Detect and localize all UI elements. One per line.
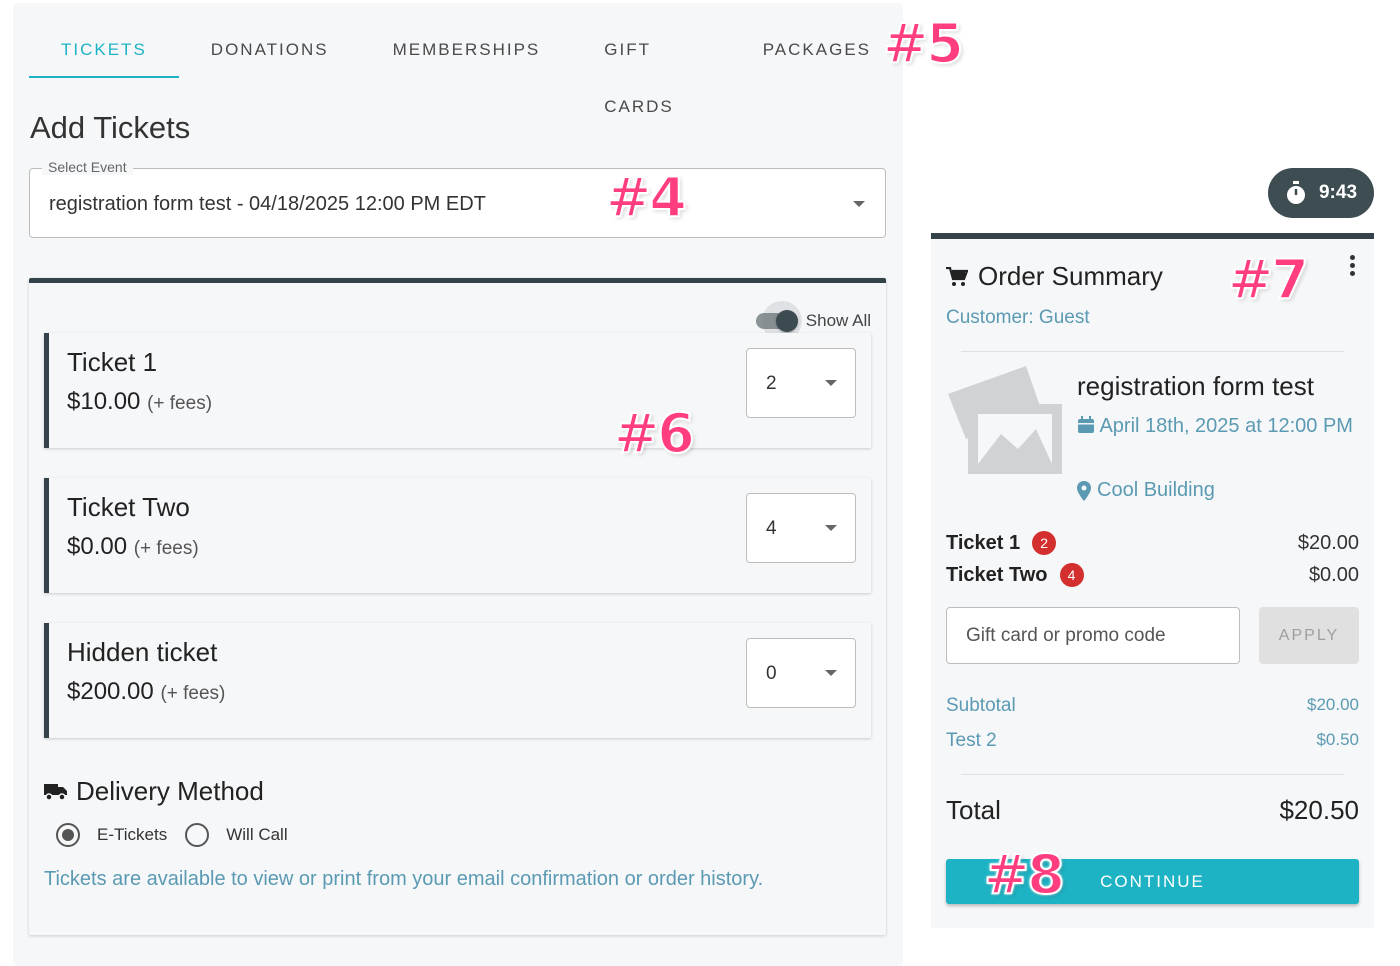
annotation-marker: #8 [983, 842, 1066, 907]
quantity-select[interactable]: 4 [746, 493, 856, 563]
total-amount: $20.50 [1279, 795, 1359, 825]
quantity-value: 2 [766, 373, 777, 394]
quantity-badge: 4 [1059, 563, 1084, 587]
quantity-value: 4 [766, 518, 777, 539]
chevron-down-icon [825, 670, 837, 676]
fee-label: Test 2 [946, 730, 997, 751]
map-pin-icon [1077, 480, 1091, 501]
line-item-amount: $0.00 [1308, 563, 1359, 586]
ticket-name: Ticket 1 [67, 347, 158, 377]
promo-code-field[interactable] [946, 607, 1240, 664]
chevron-down-icon [825, 525, 837, 531]
toggle-knob [775, 310, 798, 332]
add-tickets-panel: TICKETS DONATIONS MEMBERSHIPS GIFT CARDS… [13, 3, 903, 966]
countdown-timer: 9:43 [1268, 168, 1374, 218]
cart-icon [946, 266, 968, 286]
delivery-note: Tickets are available to view or print f… [44, 868, 764, 890]
stopwatch-icon [1286, 181, 1305, 204]
truck-icon [44, 783, 67, 801]
ticket-price-line: $0.00 (+ fees) [67, 533, 199, 561]
tab-bar: TICKETS DONATIONS MEMBERSHIPS GIFT CARDS… [29, 21, 903, 116]
line-item-name: Ticket 1 [946, 531, 1021, 554]
event-location: Cool Building [1097, 479, 1215, 501]
quantity-select[interactable]: 2 [746, 348, 856, 418]
subtotal-row: Subtotal $20.00 [946, 695, 1359, 717]
annotation-marker: #7 [1227, 247, 1310, 312]
event-date-line: April 18th, 2025 at 12:00 PM [1077, 409, 1357, 444]
order-summary-title: Order Summary [978, 261, 1163, 291]
divider [961, 351, 1344, 352]
fee-row: Test 2 $0.50 [946, 730, 1359, 752]
ticket-fees: (+ fees) [147, 393, 213, 414]
more-options-icon[interactable] [1350, 255, 1356, 279]
will-call-radio[interactable] [185, 823, 210, 847]
e-tickets-radio[interactable] [56, 823, 80, 847]
fee-amount: $0.50 [1316, 730, 1359, 749]
ticket-price: $200.00 [67, 678, 154, 705]
summary-line-item: Ticket Two 4 $0.00 [946, 561, 1359, 589]
line-item-amount: $20.00 [1297, 531, 1359, 554]
apply-button[interactable]: APPLY [1259, 607, 1359, 664]
event-date: April 18th, 2025 at 12:00 PM [1099, 415, 1353, 437]
show-all-toggle[interactable]: Show All [755, 301, 871, 341]
delivery-method-title: Delivery Method [76, 776, 264, 806]
tab-memberships[interactable]: MEMBERSHIPS [361, 21, 573, 78]
ticket-row: Ticket Two $0.00 (+ fees) 4 [44, 478, 871, 593]
order-summary-panel: Order Summary Customer: Guest registrati… [931, 233, 1374, 928]
timer-value: 9:43 [1318, 182, 1358, 203]
summary-line-item: Ticket 1 2 $20.00 [946, 529, 1359, 557]
calendar-icon [1078, 416, 1094, 433]
ticket-price: $0.00 [67, 533, 128, 560]
ticket-price-line: $10.00 (+ fees) [67, 388, 212, 416]
divider [961, 774, 1344, 775]
will-call-label[interactable]: Will Call [226, 825, 287, 845]
annotation-marker: #5 [882, 11, 965, 76]
chevron-down-icon [853, 201, 865, 207]
page-title: Add Tickets [30, 110, 191, 145]
select-event-label: Select Event [42, 159, 133, 175]
tab-tickets[interactable]: TICKETS [29, 21, 179, 78]
tab-gift-cards[interactable]: GIFT CARDS [572, 21, 730, 116]
toggle-switch[interactable] [755, 301, 802, 341]
ticket-fees: (+ fees) [133, 538, 199, 559]
show-all-label: Show All [805, 311, 871, 330]
ticket-name: Ticket Two [67, 492, 190, 522]
delivery-options: E-Tickets Will Call [56, 823, 306, 847]
annotation-marker: #4 [605, 165, 688, 230]
chevron-down-icon [825, 380, 837, 386]
tab-packages[interactable]: PACKAGES [731, 21, 903, 78]
ticket-price: $10.00 [67, 388, 141, 415]
ticket-price-line: $200.00 (+ fees) [67, 678, 225, 706]
subtotal-amount: $20.00 [1307, 695, 1359, 714]
quantity-badge: 2 [1032, 531, 1057, 555]
ticket-row: Hidden ticket $200.00 (+ fees) 0 [44, 623, 871, 738]
annotation-marker: #6 [613, 401, 696, 466]
delivery-method-heading: Delivery Method [44, 776, 264, 807]
tickets-card: Show All Ticket 1 $10.00 (+ fees) 2 Tick… [29, 278, 886, 935]
e-tickets-label[interactable]: E-Tickets [97, 825, 167, 845]
image-placeholder-icon [948, 366, 1062, 474]
ticket-fees: (+ fees) [160, 683, 226, 704]
ticket-row: Ticket 1 $10.00 (+ fees) 2 [44, 333, 871, 448]
total-label: Total [946, 795, 1001, 825]
customer-label: Customer: Guest [946, 307, 1090, 328]
ticket-name: Hidden ticket [67, 637, 218, 667]
order-summary-heading: Order Summary [946, 261, 1163, 292]
subtotal-label: Subtotal [946, 695, 1016, 716]
event-name: registration form test [1077, 371, 1314, 401]
line-item-name: Ticket Two [946, 563, 1048, 586]
total-row: Total $20.50 [946, 795, 1359, 826]
promo-code-input[interactable] [947, 608, 1239, 663]
select-event-dropdown[interactable]: Select Event registration form test - 04… [29, 159, 886, 238]
select-event-value: registration form test - 04/18/2025 12:0… [49, 193, 486, 215]
event-location-line: Cool Building [1077, 479, 1215, 502]
quantity-select[interactable]: 0 [746, 638, 856, 708]
tab-donations[interactable]: DONATIONS [179, 21, 361, 78]
quantity-value: 0 [766, 663, 777, 684]
